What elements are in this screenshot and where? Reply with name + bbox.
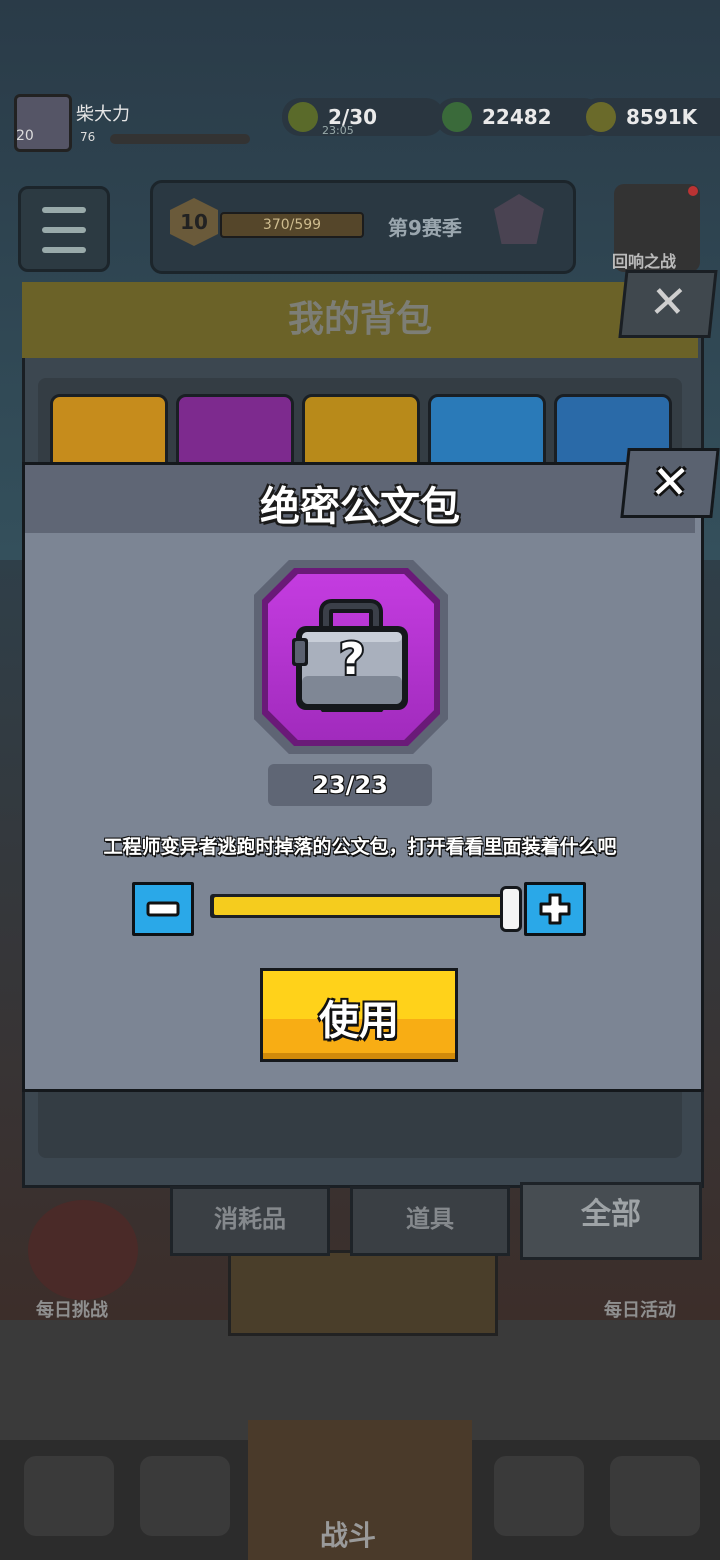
close-icon: ✕ [647, 455, 693, 509]
item-count: 23/23 [268, 764, 432, 806]
tab-all[interactable]: 全部 [520, 1182, 702, 1260]
season-name: 第9赛季 [388, 216, 462, 240]
gem-icon [442, 102, 472, 132]
nav-battle-label: 战斗 [320, 1519, 377, 1552]
minus-icon [146, 901, 180, 917]
close-icon: ✕ [647, 277, 690, 328]
notification-dot-icon [688, 186, 698, 196]
quantity-slider-handle[interactable] [500, 886, 522, 932]
quantity-slider-fill [214, 897, 508, 915]
exp-bar [110, 134, 250, 144]
item-title: 绝密公文包 [260, 484, 460, 530]
nav-shop-icon[interactable] [24, 1456, 114, 1536]
nav-talent-icon[interactable] [494, 1456, 584, 1536]
nav-evolve-icon[interactable] [610, 1456, 700, 1536]
event-label: 回响之战 [612, 252, 677, 271]
nav-equipment-icon[interactable] [140, 1456, 230, 1536]
item-description: 工程师变异者逃跑时掉落的公文包，打开看看里面装着什么吧 [103, 836, 617, 858]
coin-icon [586, 102, 616, 132]
tab-consumables[interactable]: 消耗品 [170, 1186, 330, 1256]
modal-close-button[interactable]: ✕ [620, 448, 720, 518]
stamina-timer: 23:05 [322, 124, 354, 137]
stamina-icon [288, 102, 318, 132]
featured-card[interactable] [228, 1250, 498, 1336]
daily-event-label: 每日活动 [604, 1300, 676, 1321]
use-button-label: 使用 [319, 998, 399, 1044]
use-button[interactable]: 使用 [260, 968, 458, 1062]
backpack-title: 我的背包 [287, 299, 432, 340]
briefcase-question-icon: ? [292, 599, 408, 712]
coin-counter[interactable]: 8591K [580, 98, 720, 136]
gem-value: 22482 [482, 105, 552, 129]
menu-button[interactable] [18, 186, 110, 272]
backpack-close-button[interactable]: ✕ [618, 270, 718, 338]
gem-counter[interactable]: 22482 [436, 98, 602, 136]
daily-challenge-icon[interactable] [28, 1200, 138, 1300]
coin-value: 8591K [626, 105, 698, 129]
tab-items[interactable]: 道具 [350, 1186, 510, 1256]
increase-button[interactable] [524, 882, 586, 936]
stamina-counter[interactable]: 2/30 [282, 98, 444, 136]
daily-challenge-label: 每日挑战 [36, 1300, 108, 1321]
player-exp: 76 [80, 130, 96, 144]
player-level: 20 [16, 128, 34, 144]
decrease-button[interactable] [132, 882, 194, 936]
svg-text:?: ? [339, 634, 365, 685]
player-name: 柴大力 [76, 104, 130, 125]
season-progress: 370/599 [220, 212, 364, 238]
plus-icon [539, 893, 571, 925]
